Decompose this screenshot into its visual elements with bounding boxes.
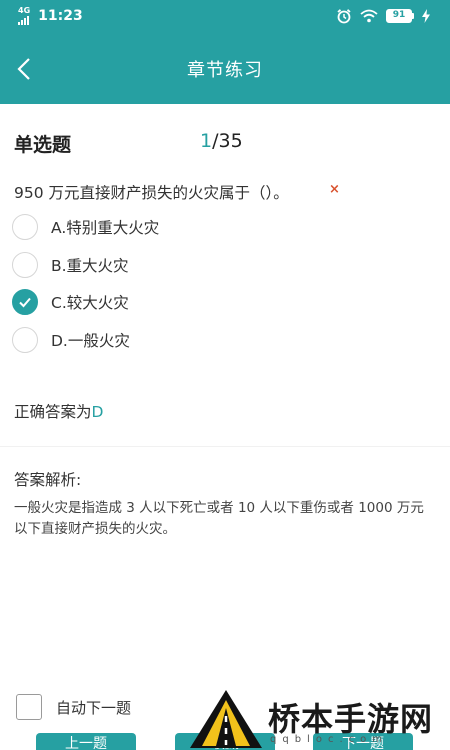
network-type: 4G — [18, 6, 31, 15]
option-label: A.特别重大火灾 — [51, 219, 160, 237]
battery-level: 91 — [386, 9, 412, 23]
network-indicator: 4G — [18, 7, 30, 25]
status-time: 11:23 — [38, 8, 83, 24]
option-c[interactable]: C.较大火灾 — [12, 287, 129, 317]
wifi-icon — [360, 9, 378, 23]
question-total: /35 — [212, 130, 243, 152]
radio-icon[interactable] — [12, 252, 38, 278]
prev-question-button[interactable]: 上一题 — [36, 733, 136, 750]
question-type: 单选题 — [14, 134, 72, 156]
status-bar: 4G 11:23 91 — [0, 0, 450, 34]
option-label: D.一般火灾 — [51, 332, 130, 350]
option-d[interactable]: D.一般火灾 — [12, 325, 130, 355]
signal-icon — [18, 15, 29, 25]
analysis-title: 答案解析: — [14, 471, 82, 489]
page-title: 章节练习 — [187, 60, 263, 81]
status-left: 4G 11:23 — [18, 7, 83, 25]
wrong-icon: × — [329, 182, 340, 197]
option-label: C.较大火灾 — [51, 294, 129, 312]
radio-icon[interactable] — [12, 214, 38, 240]
option-label: B.重大火灾 — [51, 257, 129, 275]
checkbox-icon[interactable] — [16, 694, 42, 720]
auto-next-label: 自动下一题 — [56, 698, 132, 717]
watermark-url: qqbloc.com — [270, 734, 388, 745]
radio-icon[interactable] — [12, 327, 38, 353]
correct-answer-prefix: 正确答案为 — [14, 403, 92, 421]
analysis-text: 一般火灾是指造成 3 人以下死亡或者 10 人以下重伤或者 1000 万元以下直… — [14, 500, 424, 537]
charging-icon — [422, 9, 430, 23]
divider — [0, 446, 450, 447]
watermark-logo-icon — [190, 690, 262, 748]
option-b[interactable]: B.重大火灾 — [12, 250, 129, 280]
check-icon — [19, 297, 31, 308]
status-right: 91 — [336, 8, 430, 24]
question-progress: 1/35 — [200, 130, 243, 152]
option-a[interactable]: A.特别重大火灾 — [12, 212, 159, 242]
correct-answer-value: D — [91, 403, 104, 421]
auto-next-toggle[interactable]: 自动下一题 — [16, 694, 131, 720]
alarm-icon — [337, 9, 351, 24]
nav-bar: 章节练习 — [0, 34, 450, 104]
correct-answer: 正确答案为D — [14, 400, 103, 422]
question-current: 1 — [200, 130, 213, 152]
question-text: 950 万元直接财产损失的火灾属于（）。 — [14, 184, 289, 202]
watermark: 桥本手游网 qqbloc.com — [186, 688, 450, 750]
radio-checked-icon[interactable] — [12, 289, 38, 315]
battery-icon: 91 — [386, 9, 414, 23]
